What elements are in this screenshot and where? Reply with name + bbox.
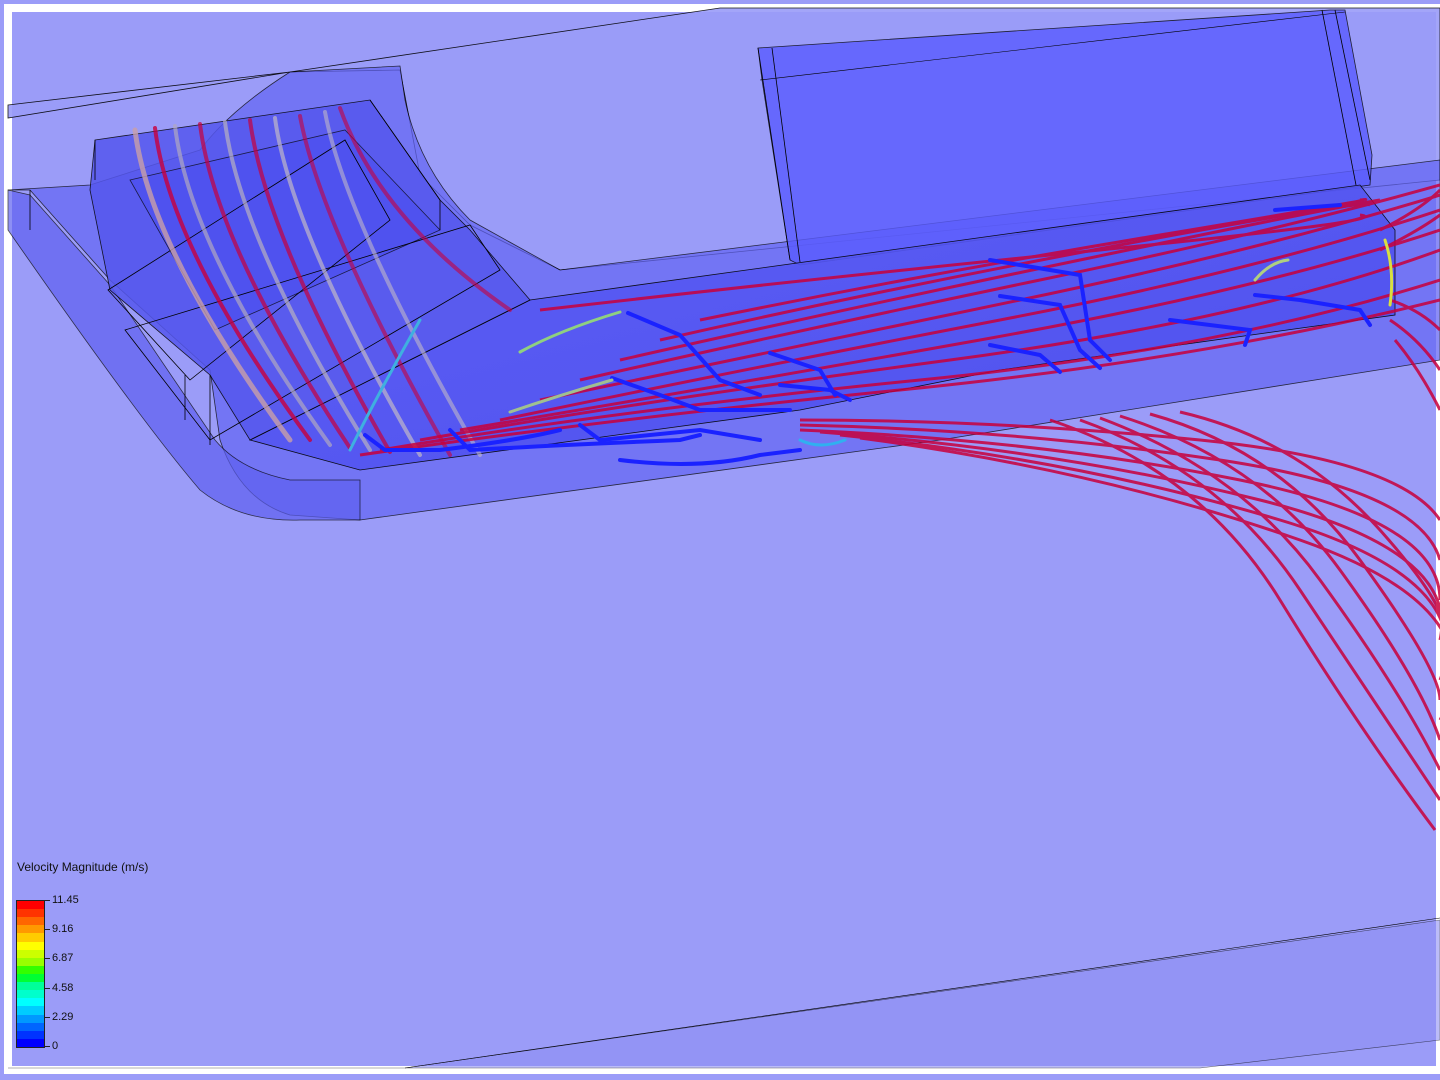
legend-tick-label: 9.16 — [52, 923, 74, 936]
legend-tick-mark — [44, 958, 50, 960]
legend-tick-mark — [44, 1046, 50, 1047]
colorbar-segment — [17, 1030, 44, 1039]
legend-tick-mark — [44, 987, 50, 989]
legend-tick-label: 6.87 — [52, 952, 74, 965]
legend-tick-mark — [44, 929, 50, 931]
colorbar-segment — [17, 901, 44, 910]
legend-title: Velocity Magnitude (m/s) — [17, 860, 149, 874]
colorbar-segment — [17, 933, 44, 942]
colorbar-segment — [17, 982, 44, 991]
colorbar-segment — [17, 1022, 44, 1031]
colorbar-segment — [17, 998, 44, 1007]
colorbar-segment — [17, 1014, 44, 1023]
legend-tick-label: 0 — [52, 1040, 59, 1052]
colorbar — [16, 900, 45, 1048]
legend-tick-mark — [44, 900, 50, 901]
colorbar-segment — [17, 957, 44, 966]
colorbar-segment — [17, 909, 44, 918]
colorbar-segment — [17, 949, 44, 958]
colorbar-segment — [17, 990, 44, 999]
legend-tick-mark — [44, 1016, 50, 1018]
3d-viewport[interactable]: Velocity Magnitude (m/s) 11.45 9.16 6.87 4.… — [0, 0, 1440, 1080]
legend-tick-label: 11.45 — [52, 894, 79, 906]
colorbar-segment — [17, 1038, 44, 1047]
velocity-legend: Velocity Magnitude (m/s) 11.45 9.16 6.87 4.… — [16, 858, 216, 1058]
colorbar-segment — [17, 1006, 44, 1015]
legend-tick-label: 4.58 — [52, 981, 74, 994]
cfd-scene — [0, 0, 1440, 1080]
colorbar-segment — [17, 973, 44, 983]
colorbar-segment — [17, 941, 44, 950]
colorbar-segment — [17, 965, 44, 974]
colorbar-segment — [17, 917, 44, 926]
legend-tick-label: 2.29 — [52, 1010, 74, 1023]
colorbar-segment — [17, 925, 44, 934]
